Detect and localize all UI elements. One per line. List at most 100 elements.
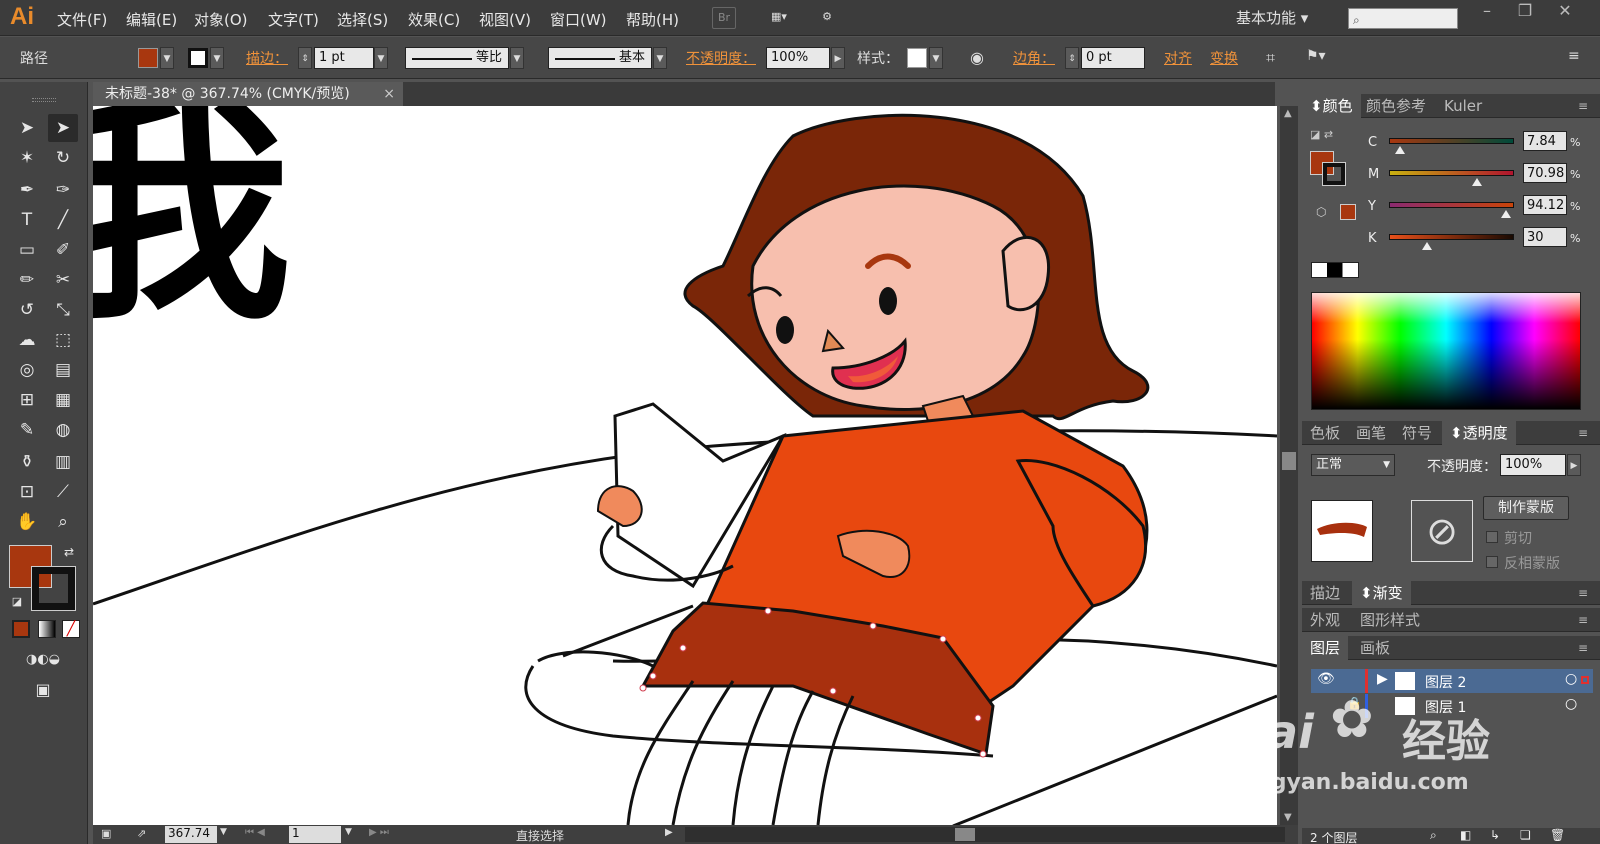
close-icon[interactable]: ✕ <box>1550 0 1580 22</box>
horizontal-scrollbar[interactable] <box>685 827 1285 842</box>
opacity-dropdown-icon[interactable]: ▶ <box>831 47 845 69</box>
default-colors-icon[interactable]: ◪ <box>2 588 32 616</box>
tab-color[interactable]: ⬍颜色 <box>1302 94 1361 118</box>
scale-tool-icon[interactable]: ⤡ <box>48 296 78 324</box>
tab-transparency[interactable]: ⬍透明度 <box>1442 421 1516 445</box>
target-circle-icon[interactable]: ○ <box>1565 671 1577 687</box>
restore-icon[interactable]: ❐ <box>1510 0 1540 22</box>
brush-definition[interactable]: 基本 <box>548 47 652 69</box>
fill-dropdown-icon[interactable]: ▼ <box>160 47 174 69</box>
graphic-style-swatch[interactable] <box>907 48 927 68</box>
tab-color-guide[interactable]: 颜色参考 <box>1358 94 1434 118</box>
vertical-scroll-thumb[interactable] <box>1282 452 1296 470</box>
horizontal-scroll-thumb[interactable] <box>955 828 975 841</box>
opacity-link[interactable]: 不透明度： <box>686 48 756 68</box>
menu-effect[interactable]: 效果(C) <box>408 9 460 30</box>
pen-tool-icon[interactable]: ✒ <box>12 176 42 204</box>
color-panel-menu-icon[interactable]: ≡ <box>1570 94 1596 118</box>
panel-menu-icon[interactable]: ≡ <box>1568 48 1580 64</box>
yellow-field[interactable]: 94.12 <box>1523 195 1567 215</box>
stroke-dropdown-icon[interactable]: ▼ <box>210 47 224 69</box>
none-black-white-swatches[interactable] <box>1311 262 1359 278</box>
tab-symbols[interactable]: 符号 <box>1394 421 1440 445</box>
stroke-swatch[interactable] <box>188 48 208 68</box>
rectangle-tool-icon[interactable]: ▭ <box>12 236 42 264</box>
tab-artboards[interactable]: 画板 <box>1352 636 1398 660</box>
artboard-canvas[interactable]: 我 <box>93 106 1277 825</box>
appearance-panel-menu-icon[interactable]: ≡ <box>1570 608 1596 632</box>
opacity-field[interactable]: 100% <box>766 47 830 69</box>
gradient-tool-icon[interactable]: ▦ <box>48 386 78 414</box>
target-circle-icon[interactable]: ○ <box>1565 696 1577 712</box>
bridge-button[interactable]: Br <box>712 7 736 29</box>
share-icon[interactable]: ⇗ <box>137 827 146 840</box>
direct-selection-tool-icon[interactable]: ➤ <box>48 114 78 142</box>
gpu-performance-icon[interactable]: ⚙ <box>812 7 842 29</box>
menu-window[interactable]: 窗口(W) <box>550 9 607 30</box>
shape-options-icon[interactable]: ⚑▾ <box>1306 48 1326 64</box>
blend-mode-select[interactable]: 正常 ▼ <box>1311 454 1395 476</box>
perspective-grid-tool-icon[interactable]: ▤ <box>48 356 78 384</box>
slice-tool-icon[interactable]: ⟋ <box>48 478 78 506</box>
black-field[interactable]: 30 <box>1523 227 1567 247</box>
stroke-weight-stepper[interactable]: ⇕ <box>298 47 312 69</box>
make-mask-button[interactable]: 制作蒙版 <box>1483 496 1569 520</box>
rotate-tool-icon[interactable]: ↺ <box>12 296 42 324</box>
free-transform-tool-icon[interactable]: ⬚ <box>48 326 78 354</box>
out-of-gamut-icon[interactable]: ⬡ <box>1316 205 1326 219</box>
menu-view[interactable]: 视图(V) <box>479 9 531 30</box>
selection-indicator-icon[interactable] <box>1581 676 1589 684</box>
hand-tool-icon[interactable]: ✋ <box>12 508 42 536</box>
type-tool-icon[interactable]: T <box>12 206 42 234</box>
document-tab[interactable]: 未标题-38* @ 367.74% (CMYK/预览) × <box>93 82 403 106</box>
menu-file[interactable]: 文件(F) <box>57 9 107 30</box>
menu-help[interactable]: 帮助(H) <box>626 9 679 30</box>
corners-link[interactable]: 边角： <box>1013 48 1055 68</box>
expand-layer-icon[interactable]: ▶ <box>1377 671 1388 687</box>
selection-tool-icon[interactable]: ➤ <box>12 114 42 142</box>
graph-tool-icon[interactable]: ▥ <box>48 448 78 476</box>
menu-type[interactable]: 文字(T) <box>268 9 319 30</box>
help-search-input[interactable]: ⌕ <box>1348 8 1458 29</box>
line-tool-icon[interactable]: ╱ <box>48 206 78 234</box>
close-tab-icon[interactable]: × <box>383 82 395 106</box>
invert-mask-checkbox[interactable] <box>1486 556 1498 568</box>
new-sublayer-icon[interactable]: ↳ <box>1490 828 1500 842</box>
layers-panel-menu-icon[interactable]: ≡ <box>1570 636 1596 660</box>
new-layer-icon[interactable]: ❏ <box>1520 828 1531 842</box>
brush-dropdown-icon[interactable]: ▼ <box>653 47 667 69</box>
zoom-tool-icon[interactable]: ⌕ <box>48 508 78 536</box>
artboard-number-field[interactable]: 1 <box>289 826 341 843</box>
eyedropper-tool-icon[interactable]: ✎ <box>12 416 42 444</box>
first-artboard-icon[interactable]: ⏮ ◀ <box>245 827 265 838</box>
magic-wand-tool-icon[interactable]: ✶ <box>12 144 42 172</box>
cyan-field[interactable]: 7.84 <box>1523 131 1567 151</box>
scissors-tool-icon[interactable]: ✂ <box>48 266 78 294</box>
arrange-documents-icon[interactable]: ▦▾ <box>760 7 798 29</box>
layer-name[interactable]: 图层 2 <box>1425 672 1466 692</box>
scroll-down-icon[interactable]: ▼ <box>1284 812 1292 823</box>
clip-checkbox[interactable] <box>1486 531 1498 543</box>
shape-builder-tool-icon[interactable]: ◎ <box>12 356 42 384</box>
artboard-dropdown-icon[interactable]: ▼ <box>345 827 352 837</box>
menu-select[interactable]: 选择(S) <box>337 9 388 30</box>
gradient-mode-icon[interactable] <box>38 620 56 638</box>
recolor-icon[interactable]: ◉ <box>970 48 984 67</box>
mesh-tool-icon[interactable]: ⊞ <box>12 386 42 414</box>
workspace-switcher[interactable]: 基本功能 ▾ <box>1236 7 1308 28</box>
isolate-icon[interactable]: ⌗ <box>1266 48 1275 68</box>
tab-kuler[interactable]: Kuler <box>1436 94 1490 118</box>
make-clipping-mask-icon[interactable]: ◧ <box>1460 828 1471 842</box>
menu-object[interactable]: 对象(O) <box>194 9 248 30</box>
tab-stroke[interactable]: 描边 <box>1302 581 1348 605</box>
color-spectrum[interactable] <box>1311 292 1581 410</box>
curvature-tool-icon[interactable]: ✑ <box>48 176 78 204</box>
artboard-tool-icon[interactable]: ⊡ <box>12 478 42 506</box>
menu-edit[interactable]: 编辑(E) <box>126 9 177 30</box>
tab-gradient[interactable]: ⬍渐变 <box>1352 581 1411 605</box>
cyan-slider[interactable] <box>1389 138 1514 154</box>
panel-stroke-swatch[interactable] <box>1322 162 1346 186</box>
last-artboard-icon[interactable]: ▶ ⏭ <box>369 827 389 838</box>
profile-dropdown-icon[interactable]: ▼ <box>510 47 524 69</box>
screen-mode-icon[interactable]: ▣ <box>28 676 58 704</box>
